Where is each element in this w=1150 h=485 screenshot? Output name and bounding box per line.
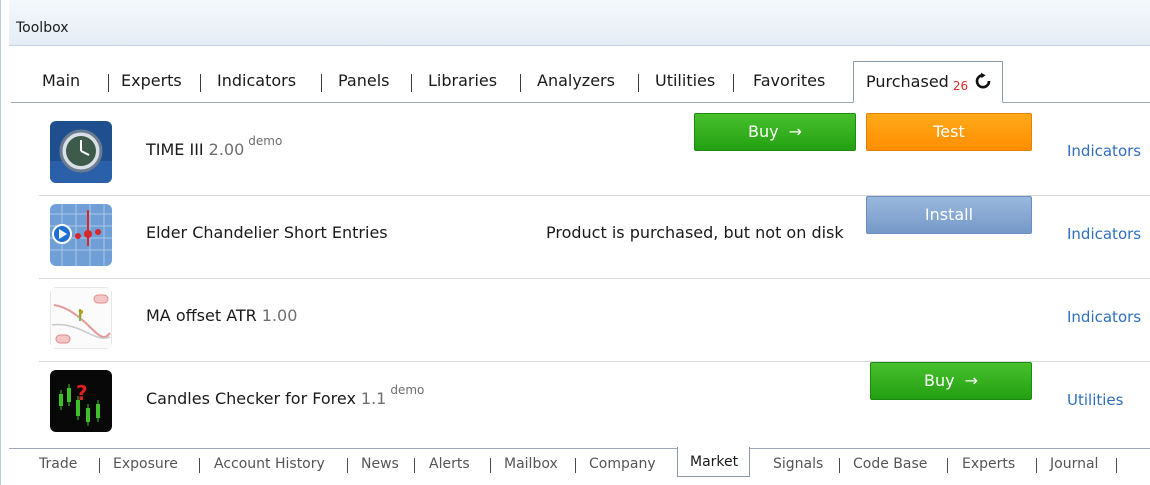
buy-button-label: Buy bbox=[748, 122, 779, 141]
tab-journal[interactable]: Journal bbox=[1050, 453, 1098, 477]
product-list: TIME III2.00demo Buy→ Test Indicators bbox=[11, 104, 1150, 448]
purchase-status: Product is purchased, but not on disk bbox=[546, 223, 844, 242]
tab-separator bbox=[1116, 458, 1117, 473]
category-link[interactable]: Utilities bbox=[1067, 391, 1123, 409]
demo-badge: demo bbox=[248, 134, 283, 148]
tab-separator bbox=[733, 74, 734, 92]
tab-account-history[interactable]: Account History bbox=[214, 453, 325, 477]
product-title: TIME III bbox=[146, 140, 204, 159]
product-name: Candles Checker for Forex 1.1 demo bbox=[146, 383, 424, 408]
buy-button-label: Buy bbox=[924, 371, 955, 390]
clock-icon bbox=[50, 121, 112, 183]
tab-separator bbox=[108, 74, 109, 92]
tab-utilities[interactable]: Utilities bbox=[655, 67, 715, 97]
tab-favorites[interactable]: Favorites bbox=[753, 67, 825, 97]
tab-purchased[interactable]: Purchased 26 bbox=[853, 61, 1004, 103]
demo-badge: demo bbox=[390, 383, 425, 397]
tab-exposure[interactable]: Exposure bbox=[113, 453, 178, 477]
tab-main[interactable]: Main bbox=[42, 67, 80, 97]
category-link[interactable]: Indicators bbox=[1067, 225, 1141, 243]
tab-panels[interactable]: Panels bbox=[338, 67, 390, 97]
tab-signals[interactable]: Signals bbox=[773, 453, 823, 477]
svg-text:?: ? bbox=[76, 381, 88, 405]
tab-separator bbox=[99, 458, 100, 473]
tab-separator bbox=[839, 458, 840, 473]
product-title: MA offset ATR bbox=[146, 306, 257, 325]
tab-separator bbox=[1036, 458, 1037, 473]
product-title: Candles Checker for Forex bbox=[146, 389, 356, 408]
tab-mailbox[interactable]: Mailbox bbox=[504, 453, 558, 477]
test-button[interactable]: Test bbox=[866, 113, 1032, 151]
tab-separator bbox=[638, 74, 639, 92]
product-version: 1.00 bbox=[261, 306, 298, 325]
terminal-tab-bar: Trade Exposure Account History News Aler… bbox=[9, 447, 1150, 485]
tab-purchased-label: Purchased bbox=[866, 72, 949, 91]
refresh-icon[interactable] bbox=[974, 65, 992, 89]
tab-company[interactable]: Company bbox=[589, 453, 656, 477]
tab-analyzers[interactable]: Analyzers bbox=[537, 67, 615, 97]
svg-text:?: ? bbox=[78, 309, 84, 320]
tab-separator bbox=[200, 74, 201, 92]
tab-news[interactable]: News bbox=[361, 453, 399, 477]
title-bar: Toolbox bbox=[9, 0, 1150, 46]
product-name: MA offset ATR 1.00 bbox=[146, 306, 297, 325]
product-version: 2.00 bbox=[208, 140, 245, 159]
tab-separator bbox=[199, 458, 200, 473]
tab-separator bbox=[520, 74, 521, 92]
category-tab-bar: Main Experts Indicators Panels Libraries… bbox=[11, 55, 1150, 103]
category-link[interactable]: Indicators bbox=[1067, 142, 1141, 160]
tab-separator bbox=[490, 458, 491, 473]
purchased-count-badge: 26 bbox=[952, 79, 969, 93]
buy-button[interactable]: Buy → bbox=[694, 113, 856, 151]
tab-separator bbox=[947, 458, 948, 473]
tab-experts-log[interactable]: Experts bbox=[962, 453, 1015, 477]
product-row: Elder Chandelier Short Entries Product i… bbox=[39, 196, 1150, 279]
product-name: TIME III 2.00 demo bbox=[146, 134, 282, 159]
category-link[interactable]: Indicators bbox=[1067, 308, 1141, 326]
tab-indicators[interactable]: Indicators bbox=[217, 67, 296, 97]
window-title: Toolbox bbox=[16, 20, 69, 36]
tab-market[interactable]: Market bbox=[677, 447, 751, 477]
product-title: Elder Chandelier Short Entries bbox=[146, 223, 388, 242]
tab-separator bbox=[411, 74, 412, 92]
product-row: TIME III 2.00 demo Buy → Test Indicators bbox=[39, 113, 1150, 196]
tab-alerts[interactable]: Alerts bbox=[429, 453, 470, 477]
tab-libraries[interactable]: Libraries bbox=[428, 67, 497, 97]
tab-code-base[interactable]: Code Base bbox=[853, 453, 927, 477]
tab-trade[interactable]: Trade bbox=[39, 453, 77, 477]
tab-separator bbox=[321, 74, 322, 92]
tab-experts[interactable]: Experts bbox=[121, 67, 182, 97]
buy-button[interactable]: Buy → bbox=[870, 362, 1032, 400]
candles-icon: ? bbox=[50, 370, 112, 432]
arrow-right-icon: → bbox=[964, 371, 978, 390]
tab-separator bbox=[414, 458, 415, 473]
install-button[interactable]: Install bbox=[866, 196, 1032, 234]
ma-chart-icon: ? bbox=[50, 287, 112, 349]
tab-separator bbox=[347, 458, 348, 473]
product-name: Elder Chandelier Short Entries bbox=[146, 223, 388, 242]
toolbox-window: Toolbox Main Experts Indicators Panels L… bbox=[0, 0, 1150, 485]
tab-separator bbox=[575, 458, 576, 473]
chart-video-icon bbox=[50, 204, 112, 266]
arrow-right-icon: → bbox=[788, 122, 802, 141]
product-row: ? MA offset ATR 1.00 Indicators bbox=[39, 279, 1150, 362]
product-row: ? Candles Checker for Forex 1.1 demo Buy → … bbox=[39, 362, 1150, 445]
product-version: 1.1 bbox=[360, 389, 387, 408]
